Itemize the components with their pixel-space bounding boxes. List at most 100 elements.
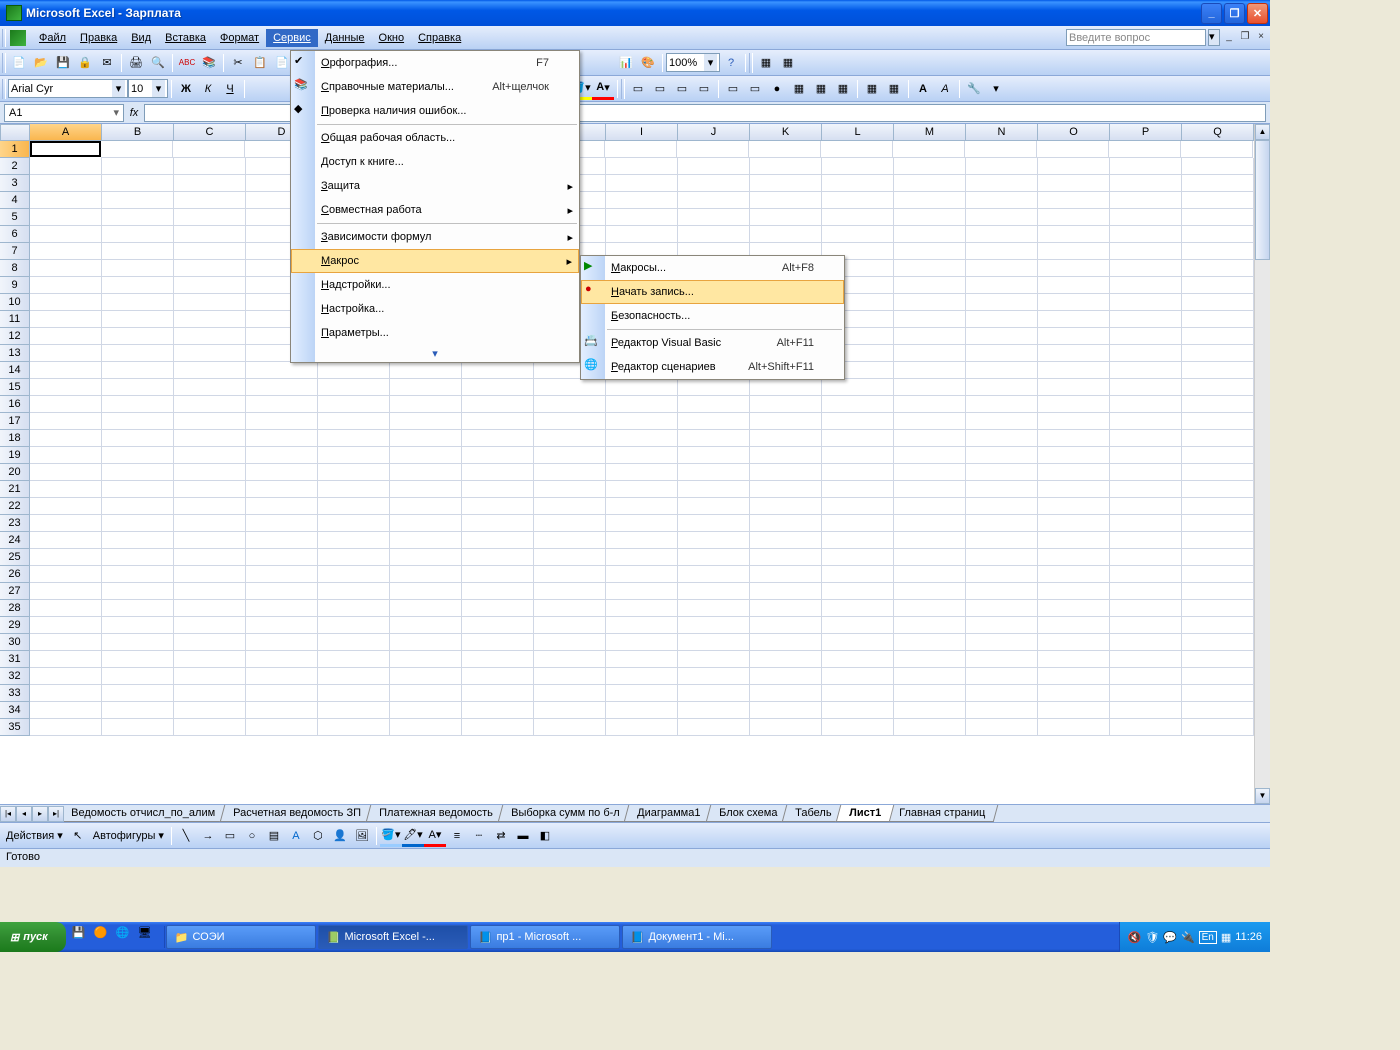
cell[interactable] <box>30 277 102 294</box>
cell[interactable] <box>534 379 606 396</box>
cell[interactable] <box>30 328 102 345</box>
cell[interactable] <box>1110 226 1182 243</box>
cell[interactable] <box>966 430 1038 447</box>
scroll-down-icon[interactable]: ▼ <box>1255 788 1270 804</box>
row-header-12[interactable]: 12 <box>0 328 30 345</box>
cell[interactable] <box>677 141 749 158</box>
cell[interactable] <box>894 651 966 668</box>
cell[interactable] <box>534 600 606 617</box>
cell[interactable] <box>534 651 606 668</box>
cell[interactable] <box>102 260 174 277</box>
cell[interactable] <box>1038 651 1110 668</box>
toolbar-handle[interactable] <box>2 79 6 99</box>
cell[interactable] <box>174 634 246 651</box>
help-icon[interactable]: ? <box>720 52 742 74</box>
cell[interactable] <box>462 719 534 736</box>
cell[interactable] <box>894 226 966 243</box>
doc-close[interactable]: × <box>1254 31 1268 45</box>
col-header-L[interactable]: L <box>822 124 894 141</box>
taskbar-button[interactable]: 📁СОЭИ <box>166 925 316 949</box>
cell[interactable] <box>1110 396 1182 413</box>
vertical-scrollbar[interactable]: ▲ ▼ <box>1254 124 1270 804</box>
cell[interactable] <box>1110 651 1182 668</box>
cell[interactable] <box>966 447 1038 464</box>
cell[interactable] <box>246 702 318 719</box>
cell[interactable] <box>678 447 750 464</box>
cell[interactable] <box>1182 532 1254 549</box>
cell[interactable] <box>174 158 246 175</box>
cell[interactable] <box>966 277 1038 294</box>
help-search-input[interactable] <box>1066 29 1206 46</box>
fx-button[interactable]: fx <box>124 107 144 119</box>
picture-icon[interactable]: 🖼 <box>351 825 373 847</box>
cell[interactable] <box>246 481 318 498</box>
col-header-M[interactable]: M <box>894 124 966 141</box>
cell[interactable] <box>1038 634 1110 651</box>
cell[interactable] <box>750 719 822 736</box>
cell[interactable] <box>894 260 966 277</box>
cell[interactable] <box>174 532 246 549</box>
tb-icon[interactable]: ▦ <box>861 78 883 100</box>
email-icon[interactable]: ✉ <box>96 52 118 74</box>
tb-icon[interactable]: ▦ <box>788 78 810 100</box>
cell[interactable] <box>678 719 750 736</box>
cell[interactable] <box>174 311 246 328</box>
cell[interactable] <box>390 447 462 464</box>
cell[interactable] <box>30 464 102 481</box>
cell[interactable] <box>1038 464 1110 481</box>
cell[interactable] <box>1182 294 1254 311</box>
cell[interactable] <box>534 498 606 515</box>
cell[interactable] <box>966 532 1038 549</box>
menu-data[interactable]: Данные <box>318 29 372 47</box>
cell[interactable] <box>318 566 390 583</box>
cell[interactable] <box>822 549 894 566</box>
cell[interactable] <box>1038 277 1110 294</box>
cell[interactable] <box>606 158 678 175</box>
open-icon[interactable]: 📂 <box>30 52 52 74</box>
cell[interactable] <box>966 192 1038 209</box>
menu-item[interactable]: Доступ к книге... <box>291 150 579 174</box>
ql-desktop-icon[interactable]: 🖥 <box>138 926 158 948</box>
cell[interactable] <box>822 668 894 685</box>
cell[interactable] <box>1181 141 1253 158</box>
cell[interactable] <box>750 396 822 413</box>
tray-icon[interactable]: 🛡 <box>1145 931 1159 944</box>
cell[interactable] <box>318 396 390 413</box>
cell[interactable] <box>534 668 606 685</box>
col-header-P[interactable]: P <box>1110 124 1182 141</box>
cell[interactable] <box>1110 668 1182 685</box>
cell[interactable] <box>678 549 750 566</box>
cell[interactable] <box>390 600 462 617</box>
tb-icon[interactable]: ▦ <box>883 78 905 100</box>
cell[interactable] <box>606 634 678 651</box>
cell[interactable] <box>750 668 822 685</box>
cell[interactable] <box>534 566 606 583</box>
cell[interactable] <box>318 430 390 447</box>
cell[interactable] <box>894 634 966 651</box>
cell[interactable] <box>102 617 174 634</box>
cell[interactable] <box>894 481 966 498</box>
cell[interactable] <box>1038 226 1110 243</box>
cell[interactable] <box>174 345 246 362</box>
drawing-icon[interactable]: 🎨 <box>637 52 659 74</box>
cell[interactable] <box>966 396 1038 413</box>
menu-item[interactable]: ✔Орфография...F7 <box>291 51 579 75</box>
research-icon[interactable]: 📚 <box>198 52 220 74</box>
cell[interactable] <box>174 668 246 685</box>
row-header-15[interactable]: 15 <box>0 379 30 396</box>
cell[interactable] <box>102 328 174 345</box>
taskbar-button[interactable]: 📗Microsoft Excel -... <box>318 925 468 949</box>
menu-item[interactable]: Надстройки... <box>291 273 579 297</box>
cell[interactable] <box>1038 617 1110 634</box>
cell[interactable] <box>822 413 894 430</box>
cell[interactable] <box>966 515 1038 532</box>
col-header-I[interactable]: I <box>606 124 678 141</box>
cell[interactable] <box>894 549 966 566</box>
cell[interactable] <box>678 702 750 719</box>
cell[interactable] <box>894 277 966 294</box>
menu-insert[interactable]: Вставка <box>158 29 213 47</box>
menu-item[interactable]: ◆Проверка наличия ошибок... <box>291 99 579 123</box>
cell[interactable] <box>534 413 606 430</box>
cell[interactable] <box>30 396 102 413</box>
cell[interactable] <box>390 481 462 498</box>
